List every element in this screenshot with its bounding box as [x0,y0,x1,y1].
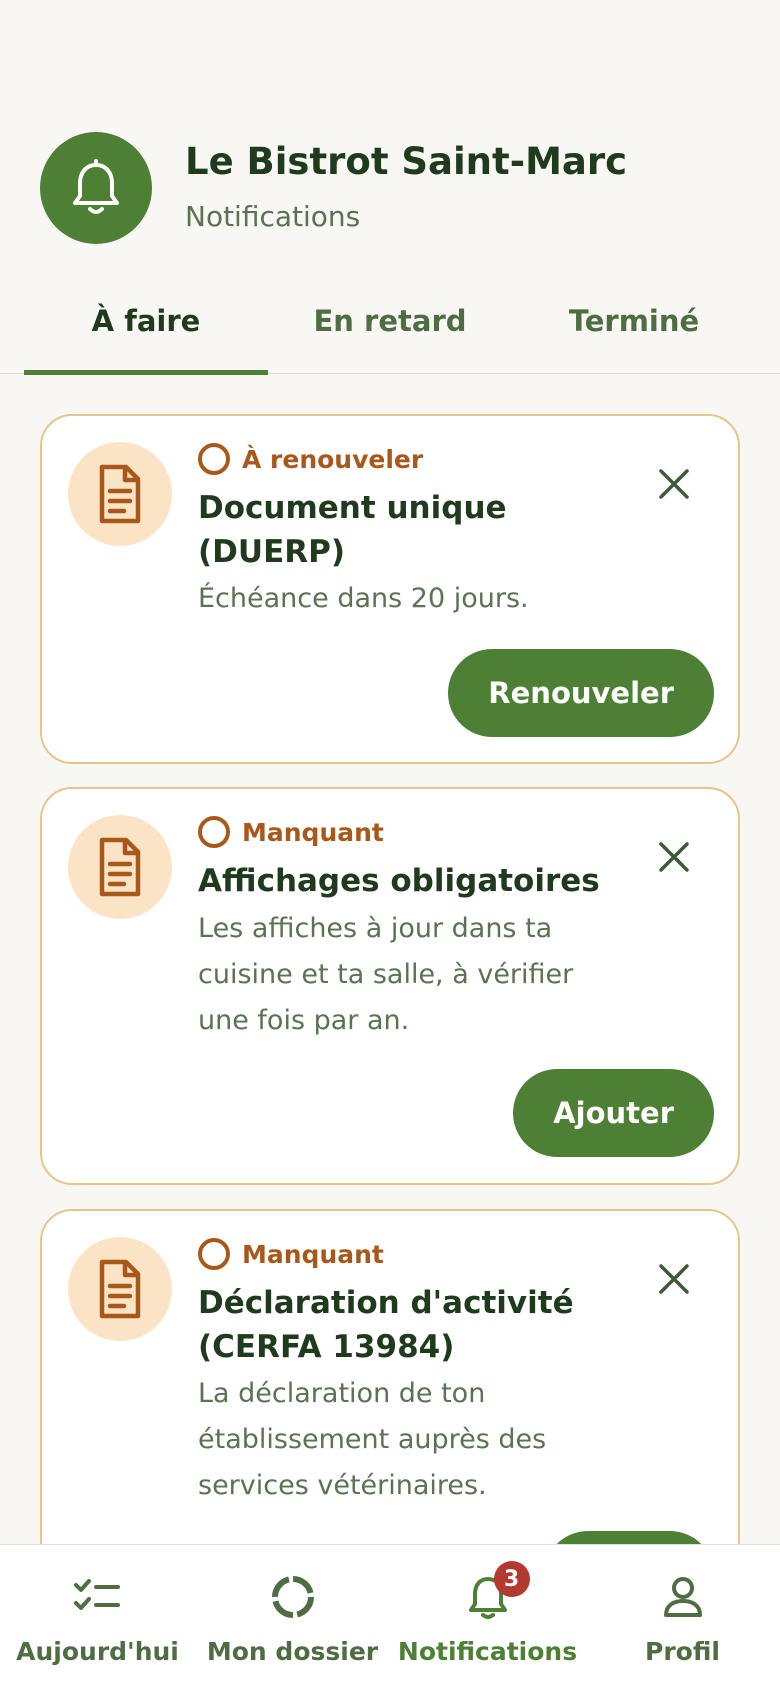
document-icon-badge [68,442,172,546]
card-action-button[interactable] [544,1531,714,1544]
status-ring-icon [198,1238,230,1270]
nav-label: Aujourd'hui [16,1637,179,1666]
nav-item-today[interactable]: Aujourd'hui [0,1545,195,1688]
status-ring-icon [198,816,230,848]
nav-label: Notifications [397,1637,578,1666]
status-badge: À renouveler [198,442,423,476]
status-badge: Manquant [198,1237,384,1271]
document-icon-badge [68,815,172,919]
close-icon[interactable] [656,466,692,502]
card-title: Affichages obligatoires [198,863,600,899]
nav-item-dossier[interactable]: Mon dossier [195,1545,390,1688]
tab-termine[interactable]: Terminé [512,290,756,374]
page-subtitle: Notifications [185,200,361,233]
notification-card: Manquant Déclaration d'activité (CERFA 1… [40,1209,740,1544]
tab-bar: À faire En retard Terminé [0,290,780,375]
status-label: À renouveler [242,444,424,474]
bell-icon-wrapper: 3 [464,1561,530,1621]
notification-card: À renouveler Document unique (DUERP) Éch… [40,414,740,764]
user-icon [663,1577,702,1617]
header: Le Bistrot Saint-Marc Notifications [40,132,740,244]
status-label: Manquant [242,1239,384,1269]
status-label: Manquant [242,817,384,847]
nav-label: Mon dossier [206,1637,379,1666]
document-icon [99,837,141,897]
nav-item-notifications[interactable]: 3 Notifications [390,1545,585,1688]
card-description: Échéance dans 20 jours. [198,583,529,614]
tab-label: Terminé [568,304,700,338]
card-description: Les affiches à jour dans ta cuisine et t… [198,913,574,1036]
progress-ring-icon [271,1576,314,1618]
tab-en-retard[interactable]: En retard [268,290,512,374]
tab-label: En retard [313,304,467,338]
tab-label: À faire [91,304,201,338]
page-title: Le Bistrot Saint-Marc [185,140,628,183]
renew-button[interactable]: Renouveler [448,649,714,737]
bottom-nav: Aujourd'hui Mon dossier 3 Notifications … [0,1544,780,1688]
notification-list: À renouveler Document unique (DUERP) Éch… [0,374,780,1544]
tab-a-faire[interactable]: À faire [24,290,268,375]
status-badge: Manquant [198,815,384,849]
card-title: Document unique (DUERP) [198,490,507,570]
add-button[interactable]: Ajouter [513,1069,714,1157]
close-icon[interactable] [656,839,692,875]
card-description: La déclaration de ton établissement aupr… [198,1378,547,1501]
close-icon[interactable] [656,1261,692,1297]
document-icon [99,1259,141,1319]
checklist-icon [73,1579,120,1610]
notification-count-badge: 3 [493,1561,530,1597]
nav-item-profile[interactable]: Profil [585,1545,780,1688]
document-icon-badge [68,1237,172,1341]
notifications-avatar [40,132,152,244]
bell-icon [73,159,119,214]
nav-label: Profil [645,1637,720,1666]
notification-card: Manquant Affichages obligatoires Les aff… [40,787,740,1185]
document-icon [99,464,141,524]
card-title: Déclaration d'activité (CERFA 13984) [198,1285,574,1365]
status-ring-icon [198,443,230,475]
